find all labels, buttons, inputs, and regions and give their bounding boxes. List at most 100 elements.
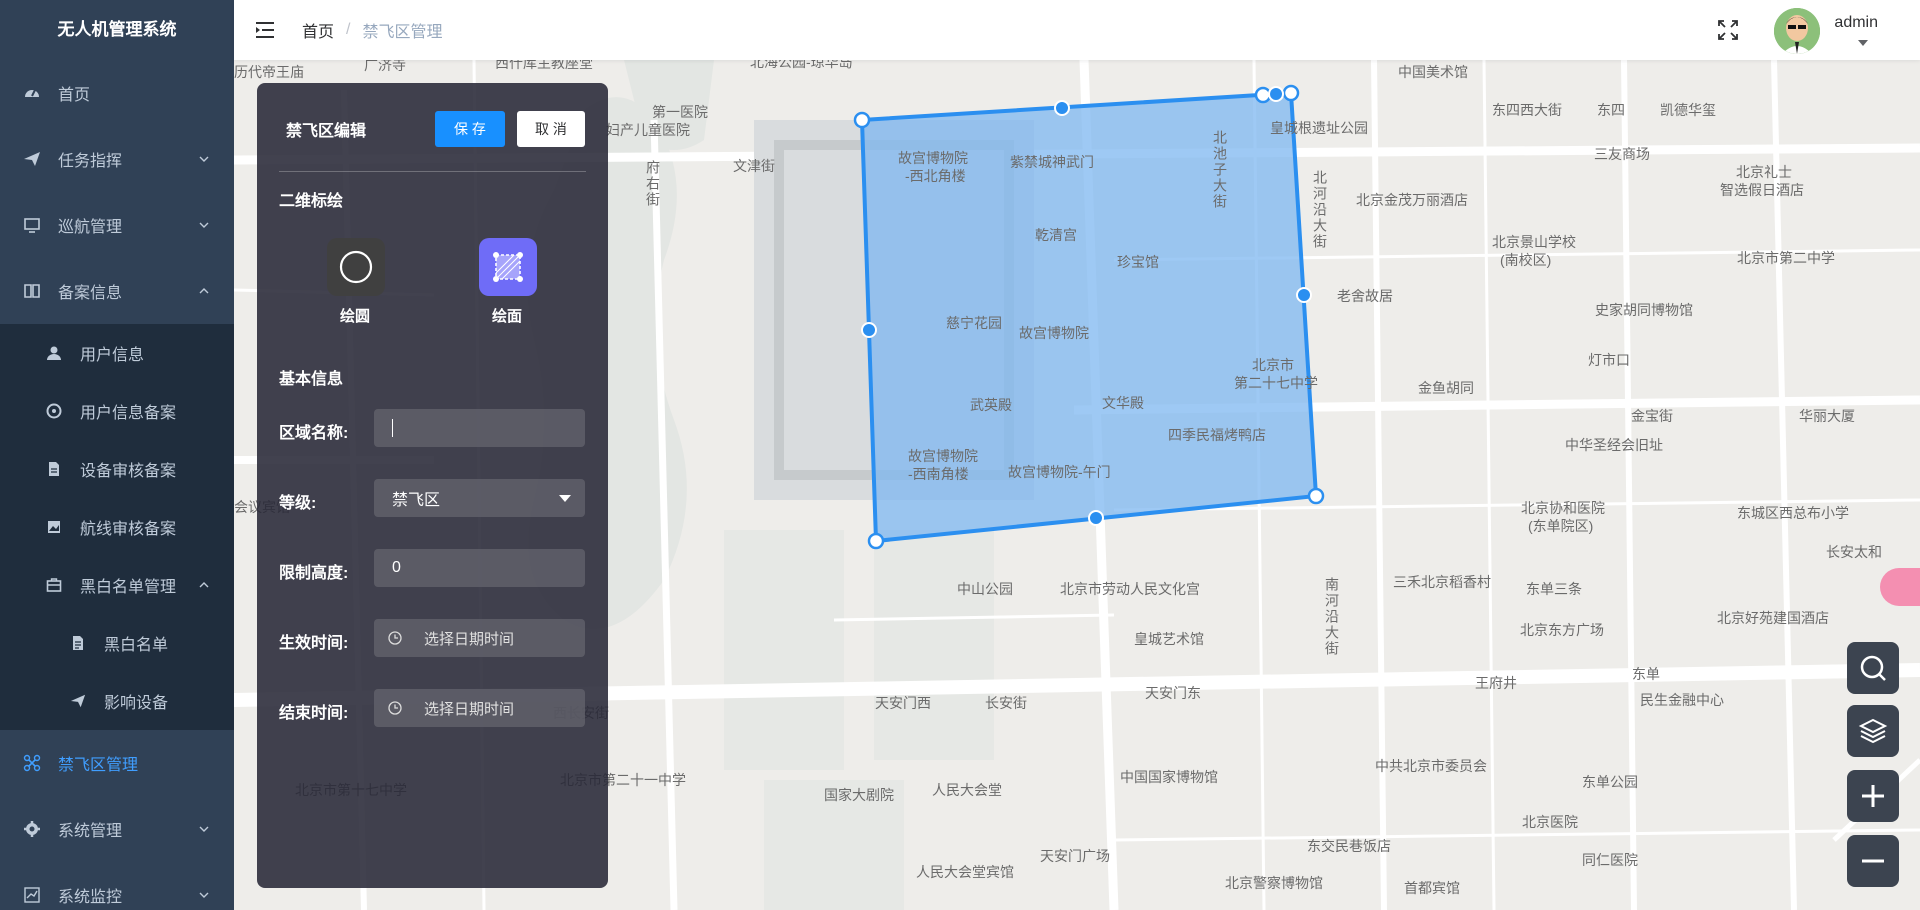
drone-icon xyxy=(22,753,42,773)
area-name-label: 区域名称: xyxy=(279,425,349,442)
sidebar-item-cruise[interactable]: 巡航管理 xyxy=(0,192,234,258)
map-label: 第二十七中学 xyxy=(1234,375,1318,391)
map-label: 灯市口 xyxy=(1588,352,1630,368)
end-time-placeholder: 选择日期时间 xyxy=(424,700,515,718)
sidebar-item-device-record[interactable]: 设备审核备案 xyxy=(0,440,234,498)
sidebar-item-home[interactable]: 首页 xyxy=(0,60,234,126)
sidebar: 无人机管理系统 首页 任务指挥 巡航管理 备案信息 用户信息 用户信息备案 设备… xyxy=(0,0,234,910)
divider xyxy=(279,171,586,172)
draw-circle-button[interactable] xyxy=(327,238,385,296)
sidebar-item-blackwhite-list[interactable]: 黑白名单 xyxy=(0,614,234,672)
end-time-label: 结束时间: xyxy=(279,705,349,722)
sidebar-item-label: 影响设备 xyxy=(104,695,169,712)
fullscreen-icon[interactable] xyxy=(1716,18,1740,42)
map-label: 金鱼胡同 xyxy=(1418,380,1474,396)
map-label: 第一医院 xyxy=(652,104,708,120)
send-icon xyxy=(68,691,88,711)
sidebar-item-label: 任务指挥 xyxy=(58,153,123,170)
height-value: 0 xyxy=(392,559,401,576)
map-label: 北京市第二中学 xyxy=(1737,250,1835,266)
monitor-icon xyxy=(22,215,42,235)
map-label: 北京景山学校 xyxy=(1492,234,1576,250)
area-name-input[interactable] xyxy=(374,409,585,447)
app-title: 无人机管理系统 xyxy=(57,20,177,39)
map-label: 北京礼士 xyxy=(1736,164,1792,180)
clock-icon xyxy=(388,701,402,715)
cancel-button[interactable]: 取 消 xyxy=(517,111,585,147)
sidebar-item-route-record[interactable]: 航线审核备案 xyxy=(0,498,234,556)
map-label: 东四西大街 xyxy=(1492,102,1562,118)
breadcrumb: 首页 / 禁飞区管理 xyxy=(302,18,442,42)
map-label: 乾清宫 xyxy=(1035,227,1077,243)
map-label: 北京医院 xyxy=(1522,814,1578,830)
save-button[interactable]: 保 存 xyxy=(435,111,505,147)
map-label: 北京东方广场 xyxy=(1520,622,1604,638)
map-label: 北河沿大街 xyxy=(1312,170,1328,250)
sidebar-item-label: 系统监控 xyxy=(58,889,123,906)
draw-circle-label: 绘圆 xyxy=(340,308,371,325)
book-icon xyxy=(22,281,42,301)
start-time-placeholder: 选择日期时间 xyxy=(424,630,515,648)
level-label: 等级: xyxy=(279,495,317,512)
hamburger-icon[interactable] xyxy=(254,19,276,41)
map-label: 人民大会堂 xyxy=(932,782,1002,798)
sidebar-item-blackwhite-manage[interactable]: 黑白名单管理 xyxy=(0,556,234,614)
section-draw-title: 二维标绘 xyxy=(279,193,344,210)
sidebar-item-nofly[interactable]: 禁飞区管理 xyxy=(0,730,234,796)
map-label: 文华殿 xyxy=(1102,395,1144,411)
map-label: 天安门西 xyxy=(875,695,931,711)
submenu-blackwhite: 黑白名单 影响设备 xyxy=(0,614,234,730)
map-label: 北京好苑建国酒店 xyxy=(1717,610,1829,626)
sidebar-item-user-record[interactable]: 用户信息备案 xyxy=(0,382,234,440)
map-label: 国家大剧院 xyxy=(824,787,894,803)
sidebar-item-monitor[interactable]: 系统监控 xyxy=(0,862,234,910)
map-layers-button[interactable] xyxy=(1847,705,1899,757)
avatar[interactable] xyxy=(1774,8,1820,54)
map-label: 老舍故居 xyxy=(1337,288,1393,304)
map-label: (东单院区) xyxy=(1528,518,1594,534)
map-label: 南河沿大街 xyxy=(1324,577,1340,657)
map-label: 中国美术馆 xyxy=(1398,64,1468,80)
file-icon xyxy=(68,633,88,653)
level-select[interactable]: 禁飞区 xyxy=(374,479,585,517)
sidebar-item-system[interactable]: 系统管理 xyxy=(0,796,234,862)
circle-icon xyxy=(339,250,373,284)
sidebar-item-user-info[interactable]: 用户信息 xyxy=(0,324,234,382)
map-label: 东单三条 xyxy=(1526,581,1582,597)
height-input[interactable]: 0 xyxy=(374,549,585,587)
map-label: 首都宾馆 xyxy=(1404,880,1460,896)
nofly-edit-panel: 禁飞区编辑 保 存 取 消 二维标绘 绘圆 绘面 基本信息 区域名称: 等级: … xyxy=(257,83,608,888)
map-search-button[interactable] xyxy=(1847,642,1899,694)
draw-polygon-button[interactable] xyxy=(479,238,537,296)
dashboard-icon xyxy=(22,83,42,103)
map-label: 东交民巷饭店 xyxy=(1307,838,1391,854)
map-label: -西北角楼 xyxy=(905,168,966,184)
sidebar-item-affected-devices[interactable]: 影响设备 xyxy=(0,672,234,730)
chevron-down-icon xyxy=(199,222,209,228)
breadcrumb-home[interactable]: 首页 xyxy=(302,18,334,42)
map-label: 北京金茂万丽酒店 xyxy=(1356,192,1468,208)
start-time-picker[interactable]: 选择日期时间 xyxy=(374,619,585,657)
caret-down-icon[interactable] xyxy=(1858,40,1868,46)
chevron-up-icon xyxy=(199,582,209,588)
map-label: 中华圣经会旧址 xyxy=(1565,437,1663,453)
map-label: 中山公园 xyxy=(957,581,1013,597)
username[interactable]: admin xyxy=(1834,14,1878,32)
map-label: 三友商场 xyxy=(1594,146,1650,162)
map-label: 人民大会堂宾馆 xyxy=(916,864,1014,880)
breadcrumb-current: 禁飞区管理 xyxy=(362,24,443,41)
sidebar-item-label: 禁飞区管理 xyxy=(58,757,139,774)
sidebar-item-task[interactable]: 任务指挥 xyxy=(0,126,234,192)
map-label: 紫禁城神武门 xyxy=(1010,154,1094,170)
map-zoom-in-button[interactable] xyxy=(1847,770,1899,822)
map-zoom-out-button[interactable] xyxy=(1847,835,1899,887)
translate-button[interactable] xyxy=(1880,568,1920,606)
map-label: 北京协和医院 xyxy=(1521,500,1605,516)
map-label: 智选假日酒店 xyxy=(1720,182,1804,198)
end-time-picker[interactable]: 选择日期时间 xyxy=(374,689,585,727)
draw-polygon-label: 绘面 xyxy=(492,308,523,325)
sidebar-item-label: 黑白名单管理 xyxy=(80,579,177,596)
sidebar-item-record[interactable]: 备案信息 xyxy=(0,258,234,324)
map-label: 东单 xyxy=(1632,666,1660,682)
chevron-down-icon xyxy=(199,156,209,162)
